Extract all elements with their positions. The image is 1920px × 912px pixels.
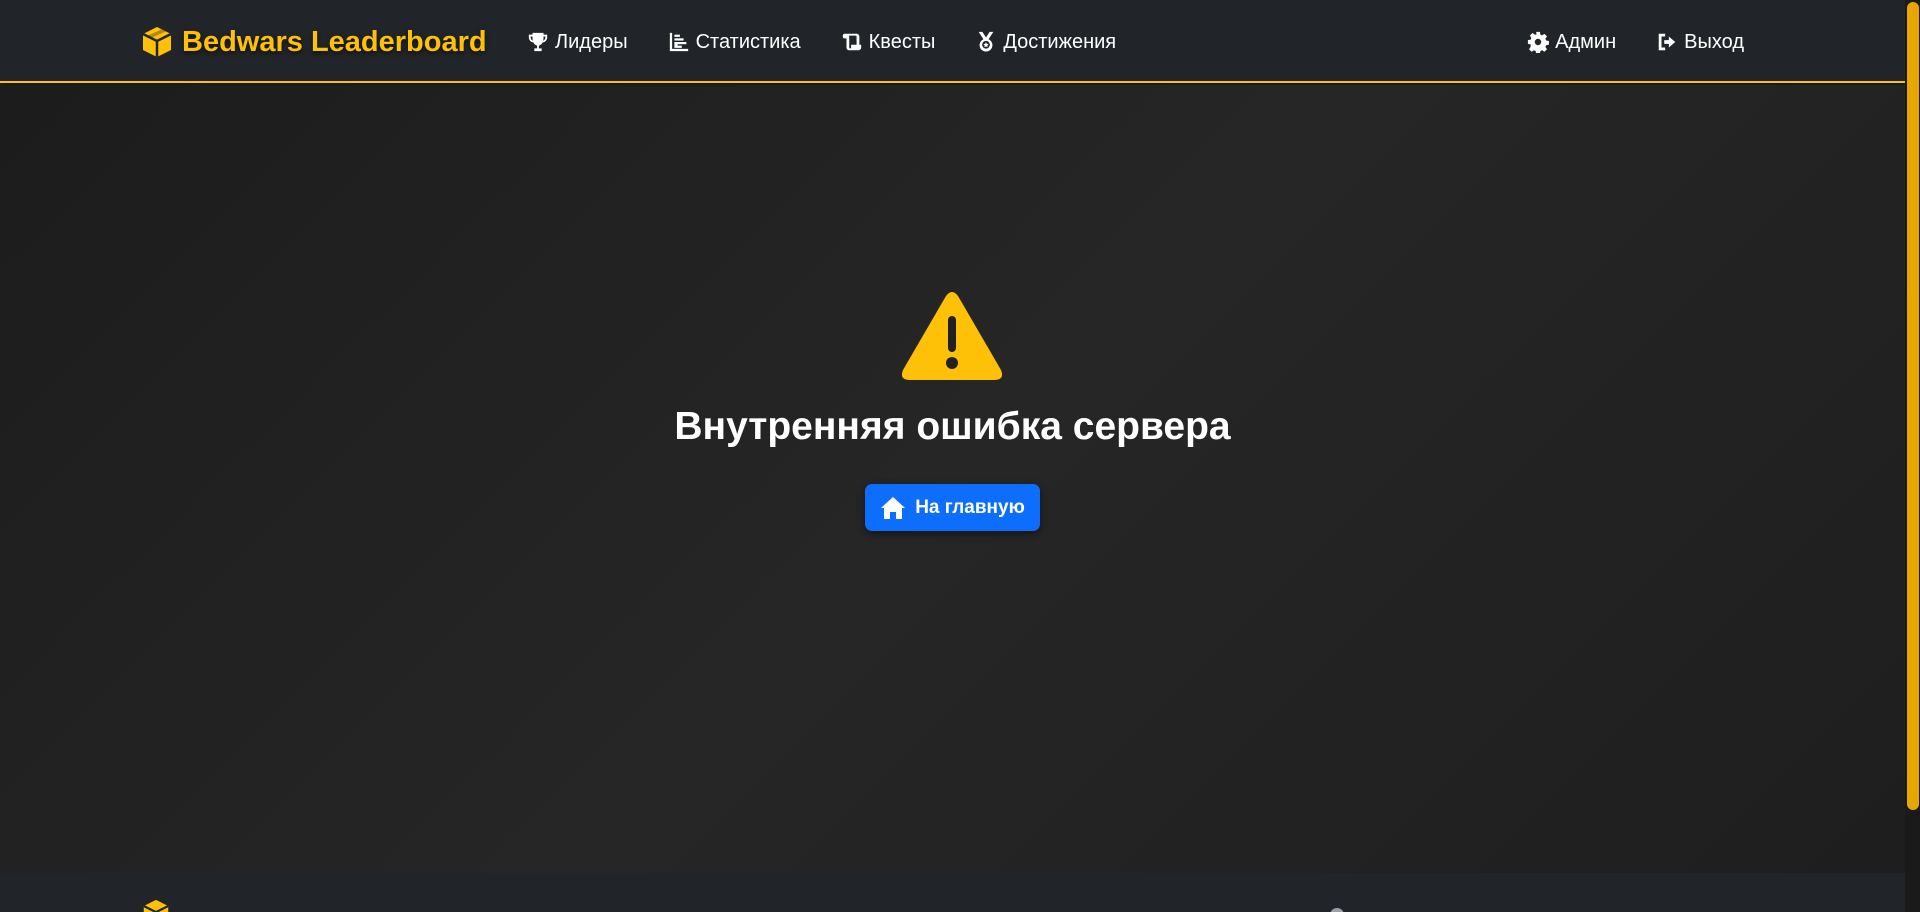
user-nav: Админ Выход	[1527, 26, 1744, 58]
cube-icon	[142, 27, 172, 57]
footer-cube-icon	[143, 899, 169, 912]
footer-brand	[142, 899, 170, 912]
sign-out-icon	[1658, 33, 1676, 51]
gear-icon	[1528, 31, 1550, 53]
nav-achievements-label: Достижения	[1003, 30, 1117, 53]
scrollbar-thumb[interactable]	[1907, 2, 1919, 810]
medal-icon	[979, 31, 994, 52]
nav-quests-label: Квесты	[868, 30, 936, 53]
scrollbar[interactable]	[1905, 0, 1920, 912]
trophy-icon	[528, 32, 548, 52]
home-icon	[881, 496, 906, 519]
nav-statistics[interactable]: Статистика	[668, 31, 801, 54]
nav-quests[interactable]: Квесты	[841, 30, 936, 54]
home-button-label: На главную	[915, 496, 1025, 518]
footer-icon	[1330, 908, 1344, 912]
brand-link[interactable]: Bedwars Leaderboard	[142, 22, 487, 62]
top-navbar: Bedwars Leaderboard Лидеры Статистика Кв…	[0, 0, 1905, 83]
home-button[interactable]: На главную	[865, 484, 1040, 531]
nav-achievements[interactable]: Достижения	[975, 31, 1116, 54]
nav-admin[interactable]: Админ	[1527, 31, 1616, 54]
nav-logout-label: Выход	[1684, 30, 1744, 53]
main-content: Внутренняя ошибка сервера На главную	[0, 85, 1905, 873]
nav-leaders-label: Лидеры	[555, 30, 628, 53]
nav-admin-label: Админ	[1555, 30, 1617, 53]
warning-triangle-icon	[901, 292, 1003, 380]
brand-title: Bedwars Leaderboard	[182, 25, 487, 58]
nav-leaders[interactable]: Лидеры	[527, 31, 628, 54]
main-nav: Лидеры Статистика Квесты Достижения	[527, 26, 1116, 58]
error-title: Внутренняя ошибка сервера	[674, 405, 1231, 448]
nav-statistics-label: Статистика	[695, 30, 801, 53]
scroll-icon	[842, 33, 861, 51]
footer	[0, 873, 1905, 912]
nav-logout[interactable]: Выход	[1656, 31, 1744, 54]
chart-icon	[669, 32, 688, 52]
